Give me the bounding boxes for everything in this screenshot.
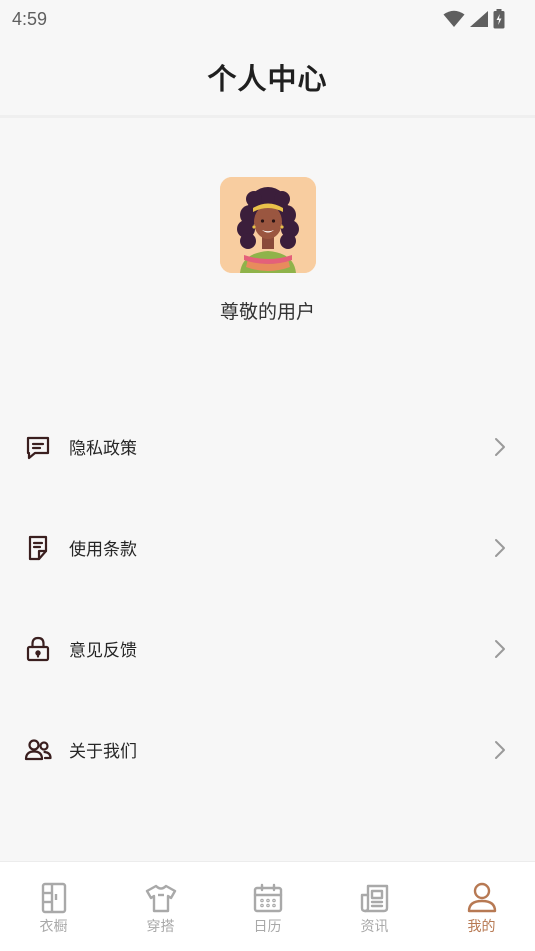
- document-icon: [24, 534, 52, 562]
- battery-icon: [493, 9, 505, 29]
- tab-calendar[interactable]: 日历: [214, 862, 321, 951]
- menu-item-about-us[interactable]: 关于我们: [0, 699, 535, 800]
- chevron-right-icon: [493, 639, 507, 659]
- message-square-icon: [24, 433, 52, 461]
- profile-section: 尊敬的用户: [0, 177, 535, 324]
- cellular-signal-icon: [470, 11, 488, 27]
- tab-outfits[interactable]: 穿搭: [107, 862, 214, 951]
- menu-item-label: 隐私政策: [69, 439, 137, 459]
- user-icon: [466, 882, 498, 914]
- status-time: 4:59: [12, 8, 48, 29]
- menu-item-label: 意见反馈: [69, 641, 137, 661]
- tab-label: 我的: [467, 919, 496, 935]
- newspaper-icon: [359, 882, 391, 914]
- users-icon: [24, 736, 52, 764]
- wardrobe-icon: [38, 882, 70, 914]
- status-icons: [443, 9, 505, 29]
- status-bar: 4:59: [0, 0, 535, 38]
- tab-label: 衣橱: [39, 919, 68, 935]
- avatar[interactable]: [219, 177, 316, 273]
- menu-item-feedback[interactable]: 意见反馈: [0, 598, 535, 699]
- tab-label: 日历: [253, 919, 282, 935]
- chevron-right-icon: [493, 538, 507, 558]
- calendar-icon: [252, 882, 284, 914]
- chevron-right-icon: [493, 437, 507, 457]
- tshirt-icon: [145, 882, 177, 914]
- bottom-tab-bar: 衣橱 穿搭 日历 资讯 我的: [0, 861, 535, 951]
- settings-menu: 隐私政策 使用条款 意见反馈 关于我们: [0, 396, 535, 800]
- wifi-icon: [443, 10, 465, 27]
- tab-mine[interactable]: 我的: [428, 862, 535, 951]
- menu-item-label: 关于我们: [69, 742, 137, 762]
- menu-item-label: 使用条款: [69, 540, 137, 560]
- chevron-right-icon: [493, 740, 507, 760]
- tab-wardrobe[interactable]: 衣橱: [0, 862, 107, 951]
- avatar-illustration: [219, 177, 316, 273]
- tab-label: 穿搭: [146, 919, 175, 935]
- title-bar: 个人中心: [0, 38, 535, 118]
- username: 尊敬的用户: [219, 301, 315, 323]
- lock-icon: [24, 635, 52, 663]
- page-title: 个人中心: [207, 61, 328, 96]
- menu-item-terms-of-use[interactable]: 使用条款: [0, 497, 535, 598]
- menu-item-privacy-policy[interactable]: 隐私政策: [0, 396, 535, 497]
- tab-label: 资讯: [360, 919, 389, 935]
- tab-news[interactable]: 资讯: [321, 862, 428, 951]
